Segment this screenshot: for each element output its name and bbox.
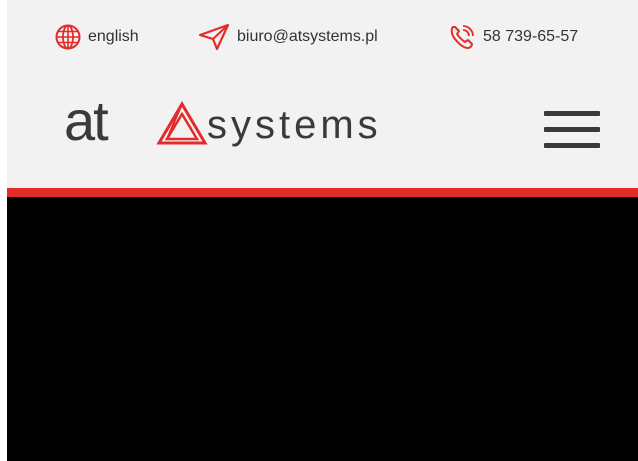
phone-icon — [447, 22, 477, 52]
menu-bar — [544, 111, 600, 116]
email-label: biuro@atsystems.pl — [237, 28, 378, 45]
email-link[interactable]: biuro@atsystems.pl — [197, 19, 378, 55]
globe-icon — [54, 23, 82, 51]
hamburger-menu-icon[interactable] — [537, 107, 607, 153]
contact-bar: english biuro@atsystems.pl 58 739-65-57 — [7, 19, 638, 55]
hero-banner — [7, 197, 638, 461]
menu-bar — [544, 143, 600, 148]
header-accent-line — [7, 188, 638, 197]
triangle-logo-icon — [156, 101, 208, 152]
language-label: english — [88, 28, 139, 45]
logo-at-text: at — [64, 89, 109, 152]
site-header: english biuro@atsystems.pl 58 739-65-57 … — [7, 0, 638, 188]
page: english biuro@atsystems.pl 58 739-65-57 … — [0, 0, 638, 461]
phone-link[interactable]: 58 739-65-57 — [447, 19, 578, 55]
phone-label: 58 739-65-57 — [483, 28, 579, 45]
logo-systems-text: systems — [207, 103, 382, 147]
site-logo[interactable]: at systems — [64, 91, 464, 165]
menu-bar — [544, 127, 600, 132]
paper-plane-icon — [197, 22, 231, 52]
language-switch[interactable]: english — [54, 19, 139, 55]
